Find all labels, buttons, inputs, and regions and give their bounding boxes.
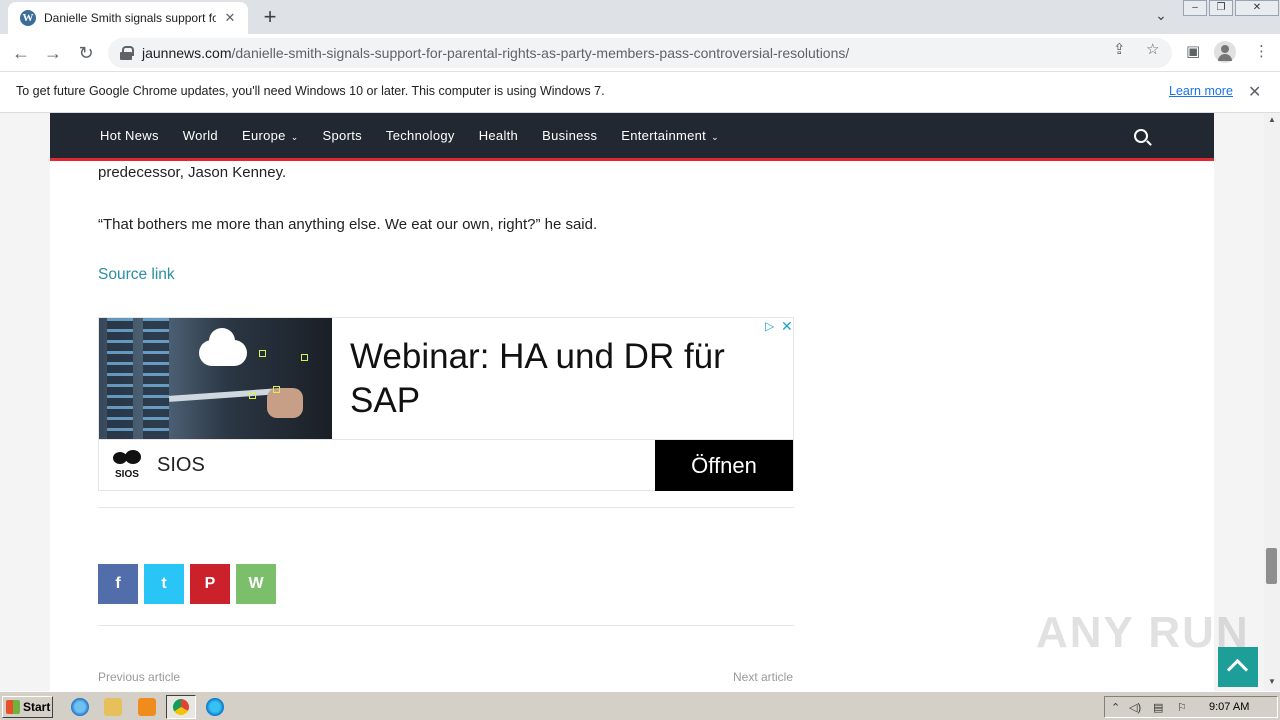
main-nav: Hot News World Europe ⌄ Sports Technology… [50, 113, 1214, 161]
window-controls: – ❐ ✕ [1183, 0, 1280, 16]
explorer-folder-icon[interactable] [104, 698, 122, 716]
bookmark-star-icon[interactable]: ☆ [1146, 40, 1159, 58]
reload-icon[interactable]: ↻ [75, 42, 97, 64]
volume-icon[interactable]: ◁) [1129, 701, 1141, 714]
next-article-link[interactable]: Next article [733, 670, 793, 684]
address-bar[interactable]: jaunnews.com/danielle-smith-signals-supp… [108, 38, 1172, 68]
maximize-button[interactable]: ❐ [1209, 0, 1233, 16]
ad-image[interactable] [99, 318, 332, 439]
nav-item-world[interactable]: World [171, 128, 230, 143]
ad-close-icon[interactable]: ✕ [781, 318, 793, 335]
url-text: jaunnews.com/danielle-smith-signals-supp… [142, 45, 850, 61]
nav-item-europe[interactable]: Europe ⌄ [230, 128, 311, 143]
scrollbar-thumb[interactable] [1266, 548, 1277, 584]
nav-item-sports[interactable]: Sports [311, 128, 374, 143]
chevron-down-icon: ⌄ [290, 132, 299, 142]
tab-strip: W Danielle Smith signals support for 'pa… [0, 0, 1280, 34]
back-arrow-icon[interactable]: ← [10, 42, 32, 64]
lock-icon[interactable] [120, 46, 134, 60]
windows-logo-icon [6, 700, 20, 714]
divider [98, 507, 794, 508]
forward-arrow-icon[interactable]: → [42, 42, 64, 64]
tab-close-icon[interactable]: ✕ [222, 10, 238, 26]
search-icon[interactable] [1134, 129, 1148, 143]
ad-brand: SIOS [157, 454, 205, 476]
edge-icon[interactable] [206, 698, 224, 716]
update-infobar: To get future Google Chrome updates, you… [0, 72, 1280, 113]
scroll-up-icon[interactable]: ▲ [1268, 115, 1276, 124]
nav-item-entertainment[interactable]: Entertainment ⌄ [609, 128, 731, 143]
source-link[interactable]: Source link [98, 266, 175, 284]
new-tab-button[interactable]: + [258, 6, 282, 30]
system-tray: ⌃ ◁) ▤ ⚐ 9:07 AM [1104, 696, 1278, 718]
share-buttons: f t P W [98, 564, 282, 604]
tab-title: Danielle Smith signals support for 'pa [44, 11, 216, 25]
nav-item-hot-news[interactable]: Hot News [88, 128, 171, 143]
media-player-icon[interactable] [138, 698, 156, 716]
sios-logo-icon: SIOS [111, 450, 145, 482]
network-icon[interactable]: ▤ [1153, 701, 1163, 714]
twitter-share-button[interactable]: t [144, 564, 184, 604]
chrome-icon[interactable] [166, 695, 196, 719]
start-button[interactable]: Start [2, 696, 53, 718]
learn-more-link[interactable]: Learn more [1169, 84, 1233, 98]
action-center-flag-icon[interactable]: ⚐ [1177, 701, 1187, 714]
scroll-to-top-button[interactable] [1218, 647, 1258, 687]
page-scrollbar[interactable]: ▲ ▼ [1264, 113, 1280, 691]
divider [98, 625, 794, 626]
browser-toolbar: ← → ↻ jaunnews.com/danielle-smith-signal… [0, 34, 1280, 72]
infobar-close-icon[interactable]: ✕ [1248, 82, 1261, 102]
site-container: Hot News World Europe ⌄ Sports Technology… [50, 113, 1214, 691]
share-icon[interactable]: ⇪ [1113, 40, 1126, 58]
ad-footer: SIOS SIOS Öffnen [99, 439, 793, 491]
article-paragraph: “That bothers me more than anything else… [98, 216, 598, 233]
ad-choices-icon[interactable]: ▷ [765, 319, 774, 333]
profile-avatar-icon[interactable] [1214, 41, 1236, 63]
browser-tab[interactable]: W Danielle Smith signals support for 'pa… [8, 2, 248, 34]
whatsapp-share-button[interactable]: W [236, 564, 276, 604]
tray-expand-icon[interactable]: ⌃ [1111, 701, 1120, 714]
chevron-down-icon: ⌄ [711, 132, 719, 142]
side-panel-icon[interactable]: ▣ [1186, 42, 1200, 60]
page-viewport: Hot News World Europe ⌄ Sports Technology… [0, 113, 1264, 691]
nav-item-business[interactable]: Business [530, 128, 609, 143]
pinterest-share-button[interactable]: P [190, 564, 230, 604]
ad-open-button[interactable]: Öffnen [655, 440, 793, 491]
wordpress-icon: W [20, 10, 36, 26]
clock[interactable]: 9:07 AM [1209, 701, 1249, 713]
nav-item-health[interactable]: Health [467, 128, 530, 143]
windows-taskbar: Start ⌃ ◁) ▤ ⚐ 9:07 AM [0, 691, 1280, 720]
facebook-share-button[interactable]: f [98, 564, 138, 604]
article-paragraph: predecessor, Jason Kenney. [98, 164, 287, 181]
tab-search-icon[interactable]: ⌄ [1150, 7, 1172, 27]
nav-item-technology[interactable]: Technology [374, 128, 467, 143]
close-window-button[interactable]: ✕ [1235, 0, 1279, 16]
scroll-down-icon[interactable]: ▼ [1268, 677, 1276, 686]
internet-explorer-icon[interactable] [71, 698, 89, 716]
menu-kebab-icon[interactable]: ⋮ [1254, 42, 1269, 60]
advertisement[interactable]: Webinar: HA und DR für SAP ▷ ✕ SIOS SIOS… [98, 317, 794, 491]
minimize-button[interactable]: – [1183, 0, 1207, 16]
previous-article-link[interactable]: Previous article [98, 670, 180, 684]
infobar-message: To get future Google Chrome updates, you… [16, 84, 605, 98]
ad-headline[interactable]: Webinar: HA und DR für SAP [350, 335, 770, 423]
